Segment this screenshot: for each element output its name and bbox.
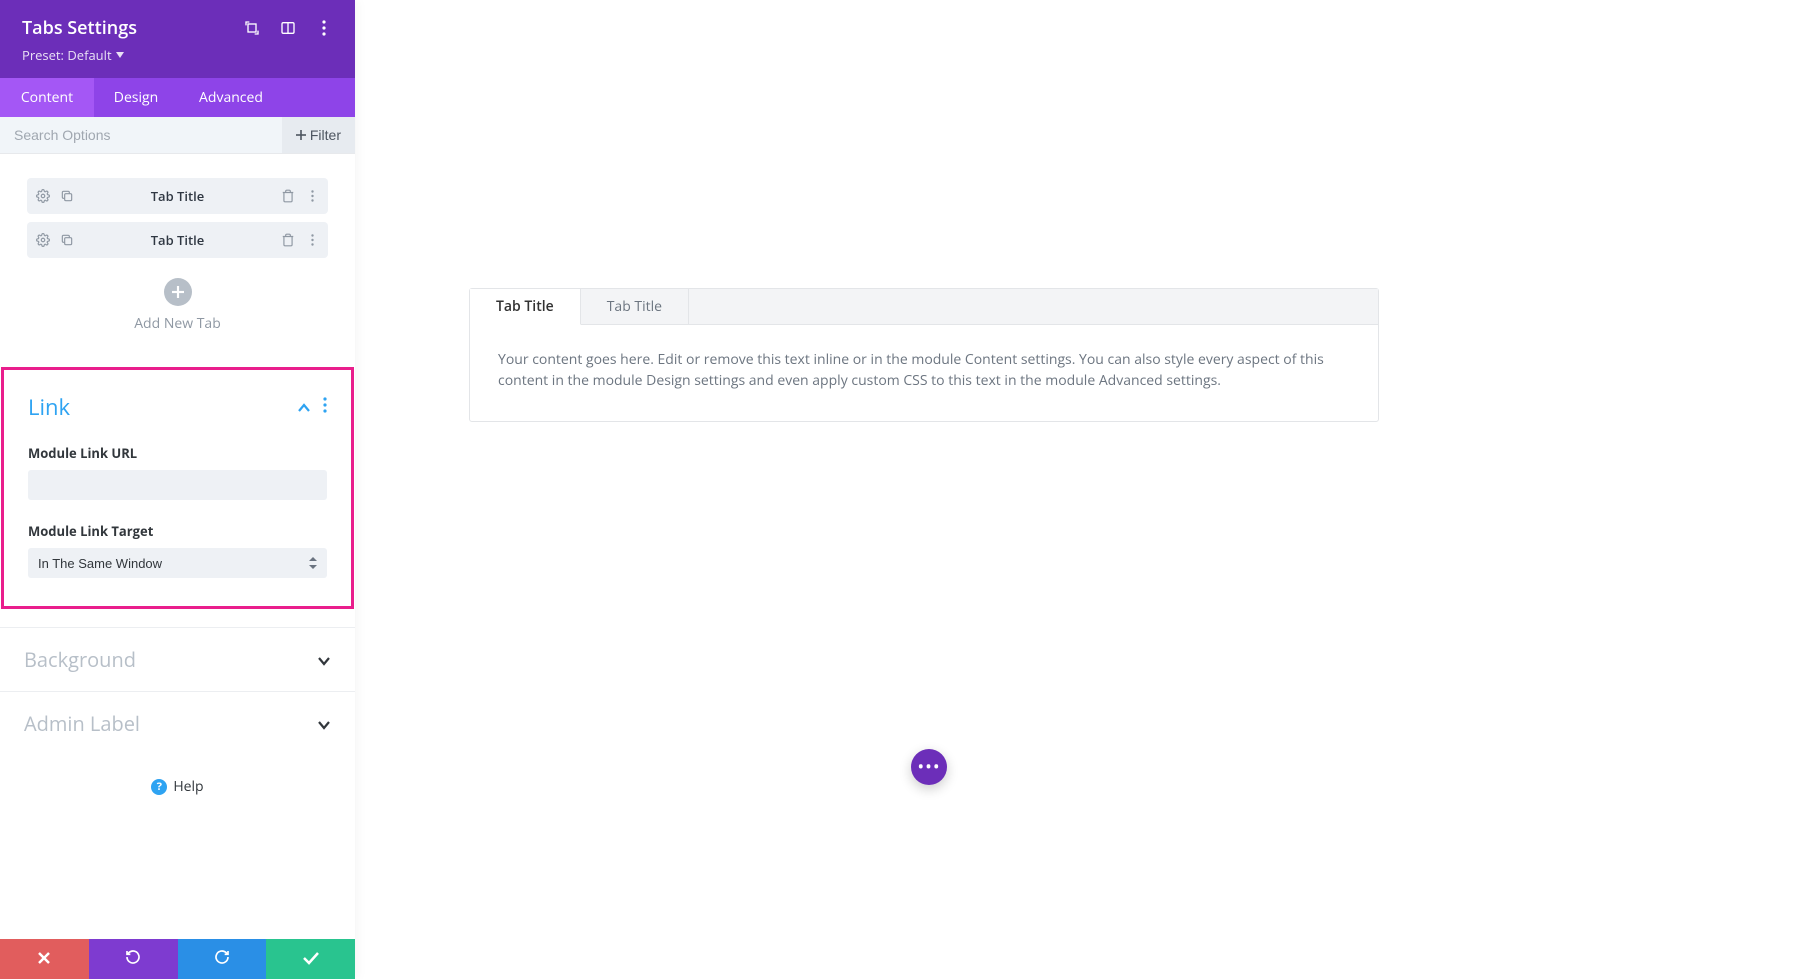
module-link-url-label: Module Link URL [28,444,327,462]
tab-design[interactable]: Design [94,78,178,117]
dots-icon: ••• [917,758,940,776]
module-link-target-select[interactable]: In The Same Window [28,548,327,578]
add-new-tab[interactable]: Add New Tab [27,266,328,359]
preview-tab[interactable]: Tab Title [581,289,689,324]
columns-icon[interactable] [279,19,297,37]
cancel-button[interactable] [0,939,89,979]
kebab-icon[interactable] [323,396,327,418]
gear-icon[interactable] [35,188,51,204]
preview-tabs-bar: Tab Title Tab Title [470,289,1378,325]
background-title: Background [24,646,317,673]
redo-button[interactable] [178,939,267,979]
check-icon [302,948,320,970]
admin-label-section[interactable]: Admin Label [0,691,355,755]
preview-tab-active[interactable]: Tab Title [470,289,581,325]
help-link[interactable]: ? Help [0,755,355,826]
module-link-url-input[interactable] [28,470,327,500]
tab-advanced[interactable]: Advanced [178,78,284,117]
filter-label: Filter [310,127,341,143]
undo-icon [125,948,141,970]
trash-icon[interactable] [280,188,296,204]
kebab-icon[interactable] [304,232,320,248]
duplicate-icon[interactable] [59,188,75,204]
admin-label-title: Admin Label [24,710,317,737]
add-new-label: Add New Tab [27,314,328,333]
expand-icon[interactable] [243,19,261,37]
tab-item[interactable]: Tab Title [27,178,328,214]
search-row: Filter [0,117,355,154]
link-section-title: Link [28,392,297,422]
module-link-target-label: Module Link Target [28,522,327,540]
filter-button[interactable]: Filter [282,117,355,153]
tab-item[interactable]: Tab Title [27,222,328,258]
preview-body[interactable]: Your content goes here. Edit or remove t… [470,325,1378,421]
sidebar-header: Tabs Settings Preset: Default [0,0,355,78]
duplicate-icon[interactable] [59,232,75,248]
undo-button[interactable] [89,939,178,979]
preset-label: Preset: Default [22,46,112,64]
fab-button[interactable]: ••• [911,749,947,785]
close-icon [37,948,51,970]
redo-icon [214,948,230,970]
background-section[interactable]: Background [0,627,355,691]
save-button[interactable] [266,939,355,979]
search-input[interactable] [0,117,282,153]
page-title: Tabs Settings [22,16,225,40]
settings-tabs: Content Design Advanced [0,78,355,117]
footer-actions [0,939,355,979]
trash-icon[interactable] [280,232,296,248]
gear-icon[interactable] [35,232,51,248]
tabs-module: Tab Title Tab Title Your content goes he… [469,288,1379,422]
tab-items-list: Tab Title Tab Title [0,154,355,367]
link-section: Link Module Link URL Module Link Target … [1,367,354,609]
help-label: Help [173,777,203,796]
kebab-icon[interactable] [315,19,333,37]
tab-item-title: Tab Title [75,187,280,205]
tab-content[interactable]: Content [0,78,94,117]
preview-area: Tab Title Tab Title Your content goes he… [355,0,1800,979]
preset-dropdown[interactable]: Preset: Default [22,46,333,64]
plus-icon[interactable] [164,278,192,306]
kebab-icon[interactable] [304,188,320,204]
help-icon: ? [151,779,167,795]
chevron-down-icon [317,713,331,735]
settings-sidebar: Tabs Settings Preset: Default Content De… [0,0,355,979]
chevron-down-icon [317,649,331,671]
tab-item-title: Tab Title [75,231,280,249]
collapse-icon[interactable] [297,396,311,418]
